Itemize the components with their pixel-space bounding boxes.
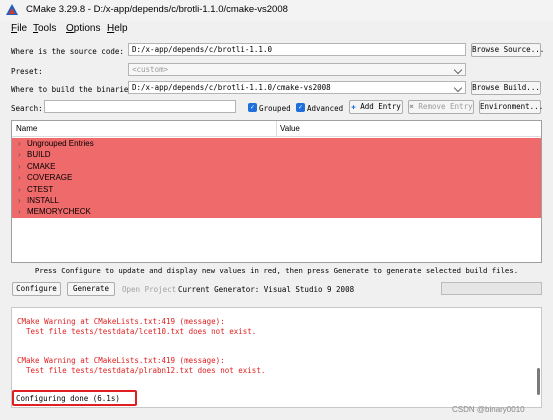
- preset-value: <custom>: [132, 65, 169, 74]
- menu-options[interactable]: Options: [66, 23, 100, 34]
- table-row[interactable]: › CMAKE: [12, 160, 541, 173]
- configure-button[interactable]: Configure: [12, 282, 61, 296]
- search-input[interactable]: [44, 100, 236, 113]
- column-value-header[interactable]: Value: [280, 124, 300, 133]
- chevron-right-icon[interactable]: ›: [18, 150, 21, 159]
- title-bar: CMake 3.29.8 - D:/x-app/depends/c/brotli…: [0, 0, 553, 21]
- advanced-checkbox[interactable]: ✓: [296, 103, 305, 112]
- table-header: Name Value: [12, 121, 541, 137]
- log-line: CMake Warning at CMakeLists.txt:419 (mes…: [17, 317, 225, 326]
- build-label: Where to build the binaries:: [11, 85, 138, 94]
- advanced-label: Advanced: [307, 104, 344, 113]
- grouped-label: Grouped: [259, 104, 291, 113]
- cmake-logo-icon: [6, 4, 18, 15]
- column-name-header[interactable]: Name: [16, 124, 37, 133]
- table-row[interactable]: › BUILD: [12, 149, 541, 161]
- add-entry-button[interactable]: ✚ Add Entry: [349, 100, 403, 114]
- chevron-right-icon[interactable]: ›: [18, 185, 21, 194]
- search-label: Search:: [11, 104, 43, 113]
- chevron-right-icon[interactable]: ›: [18, 162, 21, 171]
- window-title: CMake 3.29.8 - D:/x-app/depends/c/brotli…: [26, 4, 288, 15]
- column-divider: [276, 121, 277, 136]
- source-label: Where is the source code:: [11, 47, 124, 56]
- environment-button[interactable]: Environment...: [479, 100, 543, 114]
- menu-tools[interactable]: Tools: [33, 23, 56, 34]
- progress-bar: [441, 282, 542, 295]
- table-row[interactable]: › Ungrouped Entries: [12, 138, 541, 150]
- chevron-down-icon: [453, 83, 463, 93]
- log-line: Test file tests/testdata/plrabn12.txt do…: [17, 366, 266, 375]
- info-text: Press Configure to update and display ne…: [34, 266, 519, 275]
- grouped-checkbox[interactable]: ✓: [248, 103, 257, 112]
- open-project-button[interactable]: Open Project: [122, 285, 176, 294]
- cache-table[interactable]: Name Value › Ungrouped Entries › BUILD › CM…: [11, 120, 542, 263]
- chevron-right-icon[interactable]: ›: [18, 139, 21, 148]
- build-path-combo[interactable]: D:/x-app/depends/c/brotli-1.1.0/cmake-vs…: [128, 81, 466, 94]
- remove-icon: ✖: [409, 102, 414, 111]
- chevron-right-icon[interactable]: ›: [18, 196, 21, 205]
- browse-source-button[interactable]: Browse Source...: [471, 43, 544, 57]
- generate-button[interactable]: Generate: [67, 282, 115, 296]
- table-row[interactable]: › CTEST: [12, 183, 541, 195]
- chevron-right-icon[interactable]: ›: [18, 173, 21, 182]
- build-path-value: D:/x-app/depends/c/brotli-1.1.0/cmake-vs…: [132, 83, 331, 92]
- log-line: CMake Warning at CMakeLists.txt:419 (mes…: [17, 356, 225, 365]
- menu-bar: File Tools Options Help: [0, 21, 553, 37]
- current-generator-label: Current Generator: Visual Studio 9 2008: [178, 285, 355, 294]
- log-scrollbar-thumb[interactable]: [537, 368, 540, 395]
- browse-build-button[interactable]: Browse Build...: [471, 81, 541, 95]
- preset-select[interactable]: <custom>: [128, 63, 466, 76]
- log-line: Test file tests/testdata/lcet10.txt does…: [17, 327, 257, 336]
- source-path-input[interactable]: D:/x-app/depends/c/brotli-1.1.0: [128, 43, 466, 56]
- plus-icon: ✚: [351, 102, 356, 111]
- preset-label: Preset:: [11, 67, 43, 76]
- chevron-right-icon[interactable]: ›: [18, 207, 21, 216]
- configuring-done-line: Configuring done (6.1s): [16, 394, 120, 403]
- table-row[interactable]: › MEMORYCHECK: [12, 206, 541, 218]
- table-row[interactable]: › COVERAGE: [12, 172, 541, 184]
- remove-entry-button[interactable]: ✖ Remove Entry: [408, 100, 474, 114]
- menu-help[interactable]: Help: [107, 23, 128, 34]
- menu-file[interactable]: File: [11, 23, 27, 34]
- chevron-down-icon: [453, 65, 463, 75]
- watermark: CSDN @binary0010: [452, 405, 525, 414]
- table-row[interactable]: › INSTALL: [12, 195, 541, 207]
- output-log[interactable]: CMake Warning at CMakeLists.txt:419 (mes…: [11, 307, 542, 408]
